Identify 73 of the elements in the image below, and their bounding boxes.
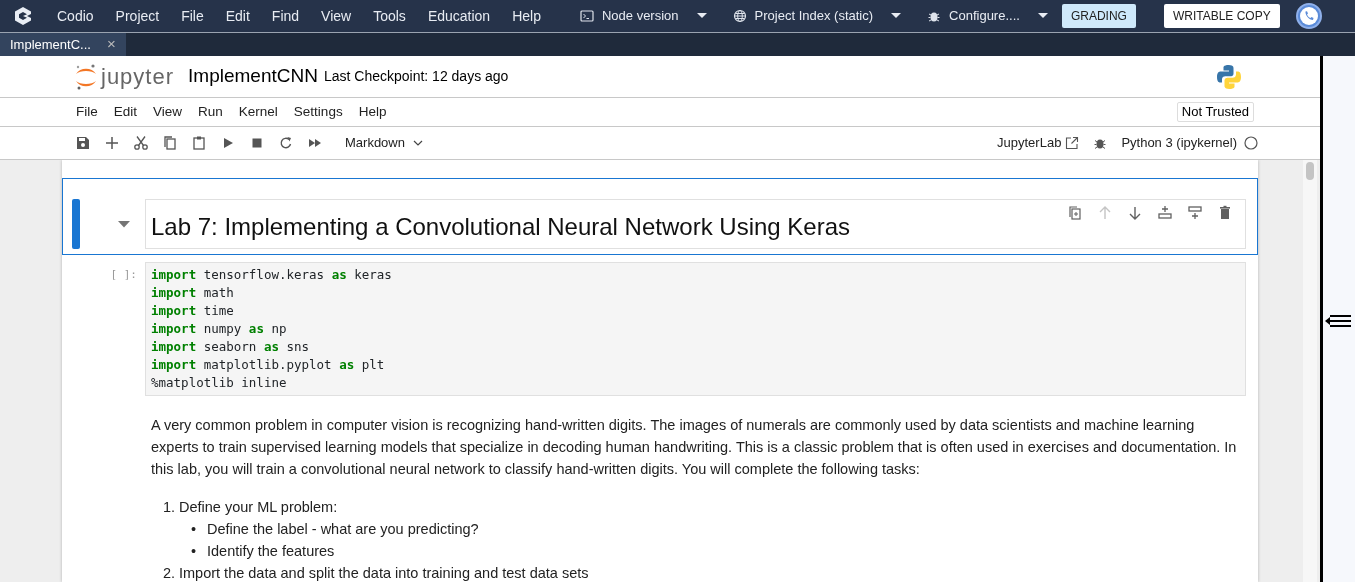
menu-item[interactable]: Edit: [214, 5, 261, 27]
dropdown[interactable]: Project Index (static): [732, 6, 902, 26]
scrollbar[interactable]: [1303, 160, 1317, 582]
list-marker: 1.: [163, 498, 177, 517]
insert-above-icon[interactable]: [1157, 205, 1173, 221]
list-item: Import the data and split the data into training and test data sets: [179, 564, 589, 582]
list-item: Define the label - what are you predicting?: [207, 520, 479, 539]
notebook-title[interactable]: ImplementCNN: [188, 62, 318, 91]
menu-item[interactable]: File: [170, 5, 215, 27]
cell-heading: Lab 7: Implementing a Convolutional Neural Network Using Keras: [151, 212, 851, 242]
menu-item[interactable]: View: [153, 101, 183, 123]
copy-icon[interactable]: [161, 135, 178, 151]
paragraph: A very common problem in computer vision is recognizing hand-written digits. The images of numerals are commonly used by data scientists and machine learning experts to train supervised learning models that specialize in decoding human handwriting. This is a classic problem that is often used in exercises and documentation. In this lab, you will train a convolutional neural network to classify hand-written digits. You will complete the following tasks:: [151, 416, 1238, 479]
logo-icon[interactable]: [13, 6, 33, 26]
cell-type-dropdown[interactable]: Markdown: [345, 133, 423, 153]
file-tab[interactable]: ImplementC... ×: [0, 33, 126, 56]
python-logo-icon: [1216, 63, 1242, 90]
jupyter-logo-icon: [74, 62, 98, 91]
refresh-icon[interactable]: [277, 135, 294, 151]
clipboard-icon[interactable]: [190, 135, 207, 151]
tab-label: ImplementC...: [10, 35, 91, 54]
scrollbar-thumb[interactable]: [1306, 162, 1314, 180]
list-item: Define your ML problem:: [179, 498, 338, 517]
chevron-icon: [412, 140, 423, 146]
link-label: JupyterLab: [997, 134, 1062, 153]
cell-prompt: [ ]:: [110, 267, 137, 283]
globe-icon: [732, 9, 747, 23]
menu-item[interactable]: View: [310, 5, 363, 27]
menu-item[interactable]: Education: [416, 5, 502, 27]
active-cell-bar: [72, 199, 80, 249]
arrow-down-icon[interactable]: [1127, 205, 1143, 221]
list-item: Identify the features: [207, 542, 335, 561]
caret-icon: [891, 13, 902, 19]
add-icon[interactable]: [103, 135, 120, 151]
duplicate-icon[interactable]: [1067, 205, 1083, 221]
trust-button[interactable]: Not Trusted: [1176, 102, 1254, 122]
collapse-caret-icon[interactable]: [118, 221, 130, 228]
checkpoint-text: Last Checkpoint: 12 days ago: [323, 67, 509, 86]
phone-icon[interactable]: [1295, 3, 1322, 29]
list-marker: •: [191, 520, 198, 539]
jupyterlab-link[interactable]: JupyterLab: [997, 133, 1080, 153]
dropdown[interactable]: Configure....: [927, 6, 1048, 26]
menu-item[interactable]: Tools: [362, 5, 417, 27]
kernel-name[interactable]: Python 3 (ipykernel): [1121, 133, 1237, 153]
cell-type-label: Markdown: [345, 134, 405, 153]
collapse-panel-icon[interactable]: [1325, 314, 1351, 328]
list-marker: 2.: [163, 564, 177, 582]
menu-item[interactable]: Project: [104, 5, 171, 27]
terminal-icon: [579, 9, 594, 23]
menu-item[interactable]: Find: [260, 5, 311, 27]
menu-item[interactable]: Run: [198, 101, 223, 123]
insert-below-icon[interactable]: [1187, 205, 1203, 221]
caret-icon: [696, 13, 707, 19]
caret-icon: [1037, 13, 1048, 19]
scissors-icon[interactable]: [132, 135, 149, 151]
menu-item[interactable]: Edit: [113, 101, 138, 123]
menu-item[interactable]: Help: [501, 5, 552, 27]
active-cell-frame[interactable]: Lab 7: Implementing a Convolutional Neural Network Using Keras: [62, 178, 1258, 255]
menu-item[interactable]: Help: [358, 101, 387, 123]
menu-item[interactable]: Codio: [46, 5, 105, 27]
code-editor[interactable]: import tensorflow.keras as keras import math import time import numpy as np import seaborn as sns import matplotlib.pyplot as plt %matplotlib inline: [145, 262, 1246, 396]
list-marker: •: [191, 542, 198, 561]
menu-item[interactable]: Kernel: [238, 101, 278, 123]
dropdown[interactable]: Node version: [579, 6, 707, 26]
close-button[interactable]: ×: [106, 33, 116, 56]
logo-text: jupyter: [101, 63, 175, 91]
grading-button[interactable]: GRADING: [1061, 4, 1136, 28]
writable-copy-button[interactable]: WRITABLE COPY: [1163, 4, 1280, 28]
external-link-icon: [1065, 136, 1080, 150]
trash-icon[interactable]: [1217, 205, 1233, 221]
menu-item[interactable]: Settings: [293, 101, 343, 123]
save-icon[interactable]: [74, 135, 91, 151]
menu-item[interactable]: File: [76, 101, 98, 123]
